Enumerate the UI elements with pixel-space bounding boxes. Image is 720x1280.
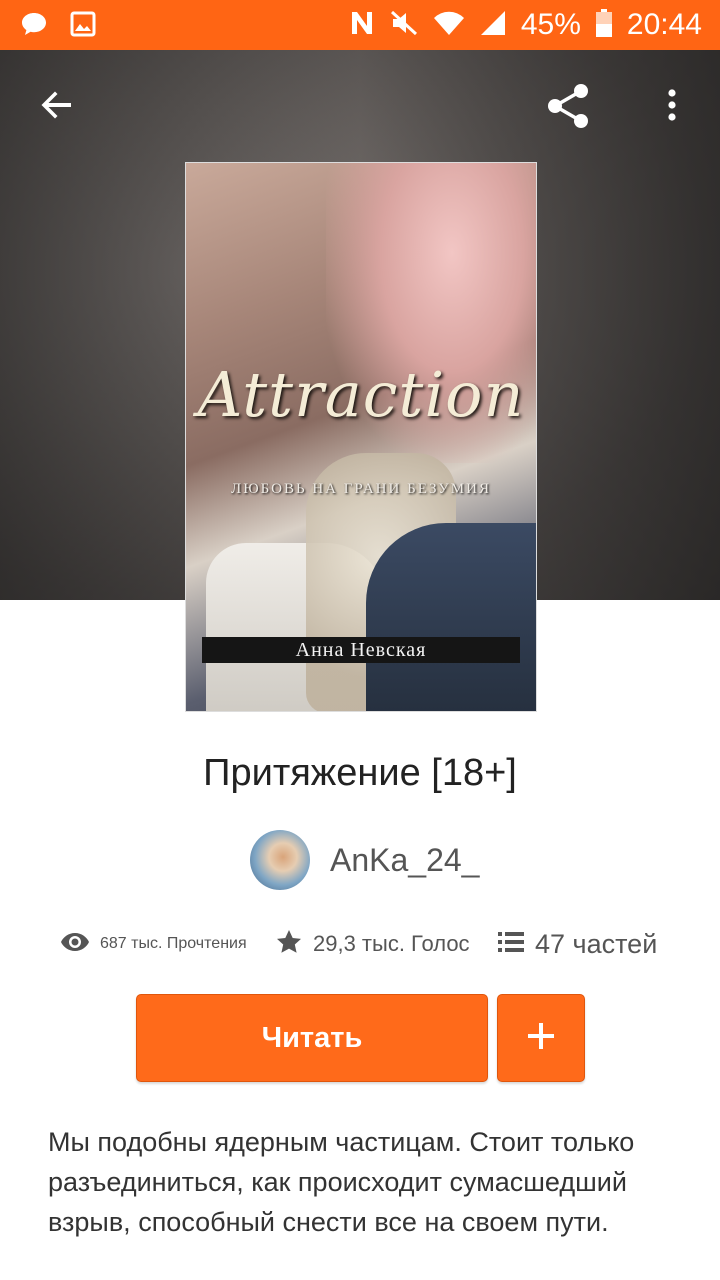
read-button-label: Читать (261, 1021, 363, 1054)
signal-icon (479, 9, 507, 42)
cover-art-jacket (366, 523, 536, 711)
cover-title: Attraction (197, 358, 525, 431)
image-icon (70, 11, 96, 42)
more-options-button[interactable] (652, 80, 692, 134)
author-link[interactable]: AnKa_24_ (250, 830, 479, 890)
read-button[interactable]: Читать (136, 994, 488, 1082)
book-cover[interactable]: Attraction ЛЮБОВЬ НА ГРАНИ БЕЗУМИЯ Анна … (185, 162, 537, 712)
wifi-icon (433, 9, 465, 42)
more-vert-icon (666, 87, 678, 128)
mute-icon (389, 8, 419, 43)
eye-icon (60, 931, 90, 958)
story-stats: 687 тыс. Прочтения 29,3 тыс. Голос 47 ча… (60, 922, 670, 966)
add-to-library-button[interactable] (497, 994, 585, 1082)
cover-author: Анна Невская (295, 639, 427, 661)
star-icon (275, 928, 303, 961)
list-icon (497, 930, 525, 959)
votes-count: 29,3 тыс. Голос (313, 931, 470, 956)
views-count: 687 тыс. Прочтения (100, 935, 247, 952)
parts-count: 47 частей (535, 928, 658, 959)
parts-stat: 47 частей (497, 929, 657, 960)
share-icon (543, 81, 593, 136)
plus-icon (526, 1021, 556, 1056)
message-icon (20, 10, 48, 43)
story-description: Мы подобны ядерным частицам. Стоит тольк… (48, 1127, 635, 1237)
battery-percent: 45% (520, 8, 581, 41)
status-bar: 45% 20:44 (0, 0, 720, 50)
back-arrow-icon (39, 87, 75, 128)
share-button[interactable] (538, 78, 598, 138)
cover-subtitle: ЛЮБОВЬ НА ГРАНИ БЕЗУМИЯ (231, 481, 491, 497)
views-stat: 687 тыс. Прочтения (60, 931, 275, 958)
battery-icon (595, 8, 613, 43)
clock: 20:44 (626, 8, 702, 41)
votes-stat: 29,3 тыс. Голос (275, 928, 497, 961)
author-name[interactable]: AnKa_24_ (330, 842, 479, 879)
back-button[interactable] (30, 80, 84, 134)
story-title: Притяжение [18+] (203, 752, 517, 794)
nfc-icon (349, 8, 375, 43)
avatar[interactable] (250, 830, 310, 890)
